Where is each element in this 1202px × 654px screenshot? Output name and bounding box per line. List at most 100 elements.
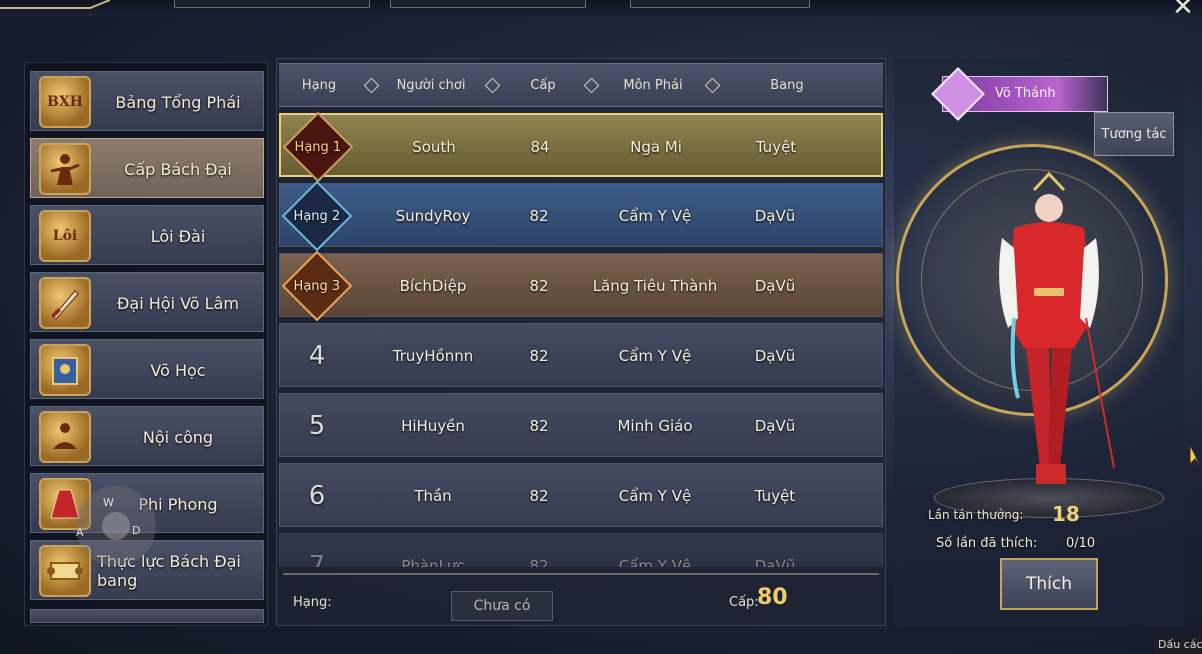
player-sect: Cẩm Y Vệ [618, 347, 692, 365]
praise-count-value: 18 [1052, 502, 1080, 526]
my-rank-label: Hạng: [293, 595, 332, 610]
sidebar-item-label: Cấp Bách Đại [124, 159, 232, 179]
player-sect: Lăng Tiêu Thành [592, 277, 718, 295]
virtual-joystick[interactable]: W A D [76, 486, 156, 566]
table-row[interactable]: Hạng 1 South 84 Nga Mi Tuyệt [279, 111, 883, 183]
player-level: 84 [530, 138, 550, 156]
diamond-separator-icon [704, 77, 721, 94]
player-name: HiHuyền [401, 417, 465, 435]
player-level: 82 [529, 487, 549, 505]
mouse-cursor-icon [1189, 446, 1201, 467]
player-sect: Cẩm Y Vệ [618, 487, 692, 505]
title-badge: Võ Thánh [931, 67, 1108, 121]
player-sect: Minh Giáo [617, 417, 693, 435]
table-footer: Hạng: Chưa có Cấp: 80 [277, 567, 887, 625]
player-guild: Tuyệt [755, 138, 797, 156]
my-rank-value: Chưa có [451, 591, 553, 621]
column-header-player: Người chơi [396, 78, 466, 93]
player-name: BíchDiệp [399, 277, 467, 295]
rank-number: 6 [308, 481, 326, 511]
martial-artist-icon [39, 143, 91, 195]
arena-lion-icon: Lôi [39, 210, 91, 262]
column-header-guild: Bang [770, 78, 804, 93]
sidebar-item-label: Lôi Đài [150, 226, 206, 246]
player-guild: DạVũ [754, 557, 796, 567]
sidebar-item-noi-cong[interactable]: Nội công [30, 406, 264, 466]
my-level-label: Cấp: [729, 595, 759, 610]
sidebar-item-cap-bach-dai[interactable]: Cấp Bách Đại [30, 138, 264, 198]
player-level: 82 [529, 277, 549, 295]
character-panel: Võ Thánh Tương tác Lần tán thưởng: 18 Số… [894, 58, 1184, 626]
top-decor-bar [0, 0, 1202, 16]
likes-count-label: Số lần đã thích: [936, 536, 1038, 551]
rank-badge-silver: Hạng 2 [281, 180, 353, 252]
player-sect: Nga Mi [630, 138, 682, 156]
like-button[interactable]: Thích [1000, 558, 1098, 610]
column-header-level: Cấp [530, 78, 556, 93]
table-row[interactable]: 7 PhànLực 82 Cẩm Y Vệ DạVũ [279, 533, 883, 567]
title-text: Võ Thánh [995, 86, 1056, 101]
joystick-key-d: D [132, 524, 141, 537]
sidebar-item-dai-hoi-vo-lam[interactable]: Đại Hội Võ Lâm [30, 272, 264, 332]
player-guild: Tuyệt [754, 487, 796, 505]
sidebar-item-label: Võ Học [150, 360, 206, 380]
sword-icon [39, 277, 91, 329]
table-row[interactable]: 6 Thần 82 Cẩm Y Vệ Tuyệt [279, 463, 883, 527]
joystick-key-a: A [76, 526, 84, 539]
player-guild: DạVũ [754, 207, 796, 225]
meditation-icon [39, 411, 91, 463]
player-level: 82 [529, 207, 549, 225]
close-button[interactable]: ✕ [1168, 0, 1198, 20]
interact-button[interactable]: Tương tác [1094, 112, 1174, 156]
top-tab[interactable] [174, 0, 370, 8]
sidebar-item-label: Nội công [142, 427, 214, 447]
table-row[interactable]: Hạng 3 BíchDiệp 82 Lăng Tiêu Thành DạVũ [279, 250, 883, 322]
player-level: 82 [529, 417, 549, 435]
joystick-knob[interactable] [102, 512, 130, 540]
table-row[interactable]: 5 HiHuyền 82 Minh Giáo DạVũ [279, 393, 883, 457]
ranking-table: Hạng Người chơi Cấp Môn Phái Bang Hạng 1… [276, 58, 886, 626]
sidebar-item-loi-dai[interactable]: Lôi Lôi Đài [30, 205, 264, 265]
player-name: South [412, 138, 456, 156]
top-tab[interactable] [630, 0, 810, 8]
player-sect: Cẩm Y Vệ [618, 557, 692, 567]
player-name: SundyRoy [395, 207, 471, 225]
rank-number: 4 [308, 341, 326, 371]
player-name: TruyHồnnn [392, 347, 474, 365]
corner-text: Dấu các [1154, 636, 1202, 654]
table-body: Hạng 1 South 84 Nga Mi Tuyệt Hạng 2 Sund… [277, 111, 887, 567]
my-level-value: 80 [757, 585, 788, 610]
table-row[interactable]: 4 TruyHồnnn 82 Cẩm Y Vệ DạVũ [279, 323, 883, 387]
character-model[interactable] [974, 168, 1124, 508]
diamond-separator-icon [363, 77, 380, 94]
player-guild: DạVũ [754, 277, 796, 295]
column-header-rank: Hạng [301, 78, 337, 93]
rank-number: 5 [308, 411, 326, 441]
sidebar-item-label: Đại Hội Võ Lâm [117, 293, 239, 313]
rank-number: 7 [308, 551, 326, 567]
bxh-badge-icon: BXH [39, 76, 91, 128]
player-name: PhànLực [401, 557, 465, 567]
player-level: 82 [529, 557, 549, 567]
sidebar-item-vo-hoc[interactable]: Võ Học [30, 339, 264, 399]
sidebar-item-bang-tong-phai[interactable]: BXH Bảng Tổng Phái [30, 71, 264, 131]
rank-badge-bronze: Hạng 3 [281, 250, 353, 322]
column-header-sect: Môn Phái [623, 78, 683, 93]
player-guild: DạVũ [754, 417, 796, 435]
top-tab[interactable] [390, 0, 586, 8]
scroll-icon [39, 545, 91, 597]
sidebar-item-next-partial[interactable] [30, 609, 264, 623]
footer-divider [283, 573, 879, 575]
joystick-key-w: W [103, 496, 114, 509]
diamond-separator-icon [484, 77, 501, 94]
praise-count-label: Lần tán thưởng: [928, 508, 1024, 522]
player-level: 82 [529, 347, 549, 365]
martial-book-icon [39, 344, 91, 396]
player-name: Thần [414, 487, 452, 505]
top-left-ornament [0, 0, 111, 9]
diamond-separator-icon [583, 77, 600, 94]
table-row[interactable]: Hạng 2 SundyRoy 82 Cẩm Y Vệ DạVũ [279, 180, 883, 252]
player-sect: Cẩm Y Vệ [618, 207, 692, 225]
lotus-emblem-icon [931, 67, 985, 121]
table-header: Hạng Người chơi Cấp Môn Phái Bang [279, 63, 883, 107]
